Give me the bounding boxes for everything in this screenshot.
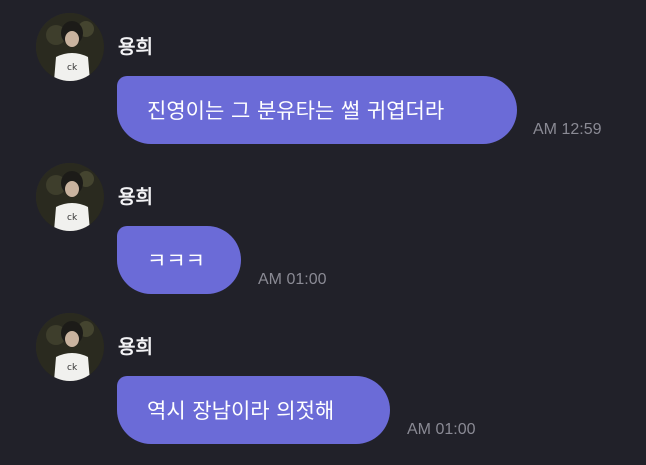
message-group: ck 용희 역시 장남이라 의젓해 AM 01:00	[0, 313, 646, 465]
svg-text:ck: ck	[67, 63, 78, 73]
sender-name: 용희	[118, 336, 153, 358]
message-timestamp: AM 01:00	[258, 271, 327, 288]
avatar-image: ck	[36, 163, 104, 231]
avatar-image: ck	[36, 313, 104, 381]
svg-text:ck: ck	[67, 363, 78, 373]
chat-screen: { "messages": [ {"sender": "용희", "text":…	[0, 0, 646, 465]
sender-name: 용희	[118, 186, 153, 208]
message-text: ㅋㅋㅋ	[147, 249, 205, 273]
sender-name: 용희	[118, 36, 153, 58]
avatar[interactable]: ck	[36, 13, 104, 81]
message-text: 역시 장남이라 의젓해	[147, 399, 335, 423]
message-bubble[interactable]: 진영이는 그 분유타는 썰 귀엽더라	[117, 76, 517, 144]
message-text: 진영이는 그 분유타는 썰 귀엽더라	[147, 99, 445, 123]
message-bubble[interactable]: 역시 장남이라 의젓해	[117, 376, 390, 444]
message-bubble[interactable]: ㅋㅋㅋ	[117, 226, 241, 294]
message-group: ck 용희 진영이는 그 분유타는 썰 귀엽더라 AM 12:59	[0, 13, 646, 153]
message-timestamp: AM 01:00	[407, 421, 476, 438]
svg-text:ck: ck	[67, 213, 78, 223]
avatar[interactable]: ck	[36, 163, 104, 231]
message-timestamp: AM 12:59	[533, 121, 602, 138]
message-group: ck 용희 ㅋㅋㅋ AM 01:00	[0, 163, 646, 303]
avatar[interactable]: ck	[36, 313, 104, 381]
avatar-image: ck	[36, 13, 104, 81]
